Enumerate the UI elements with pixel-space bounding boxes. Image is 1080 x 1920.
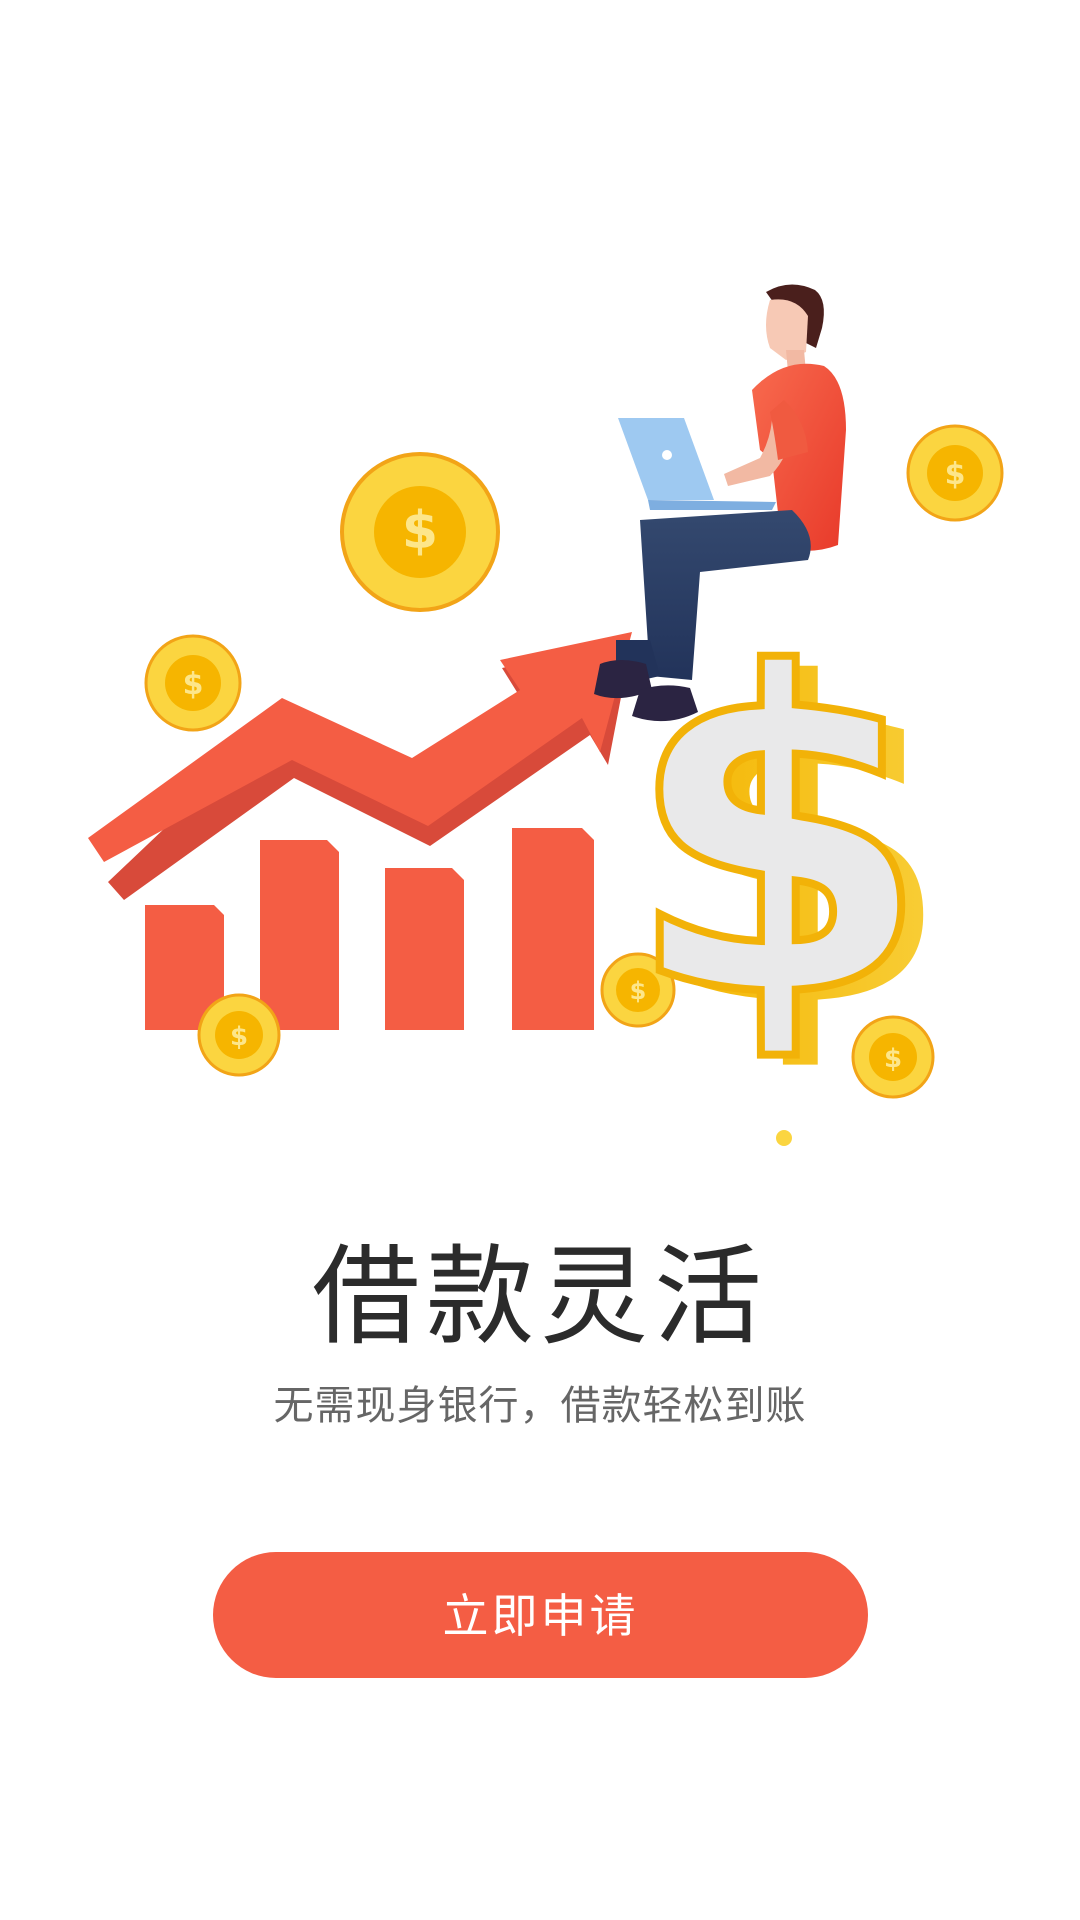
dot-icon bbox=[776, 1130, 792, 1146]
onboarding-screen: $ $ $ $ $ $ $ $ 借款灵活 无需现身银行，借款轻松到账 立即申请 bbox=[0, 0, 1080, 1920]
loan-growth-illustration: $ $ $ $ $ $ $ $ bbox=[88, 284, 1004, 1146]
apply-now-button[interactable]: 立即申请 bbox=[213, 1552, 868, 1678]
coin-icon: $ bbox=[906, 424, 1004, 522]
coin-icon: $ bbox=[144, 634, 242, 732]
coin-icon: $ bbox=[197, 993, 281, 1077]
svg-text:$: $ bbox=[183, 667, 204, 702]
svg-text:$: $ bbox=[402, 501, 438, 561]
page-title: 借款灵活 bbox=[311, 1235, 768, 1360]
bar-chart-icon bbox=[145, 828, 594, 1030]
svg-text:$: $ bbox=[945, 457, 966, 492]
coin-icon: $ bbox=[340, 452, 500, 612]
page-subtitle: 无需现身银行，借款轻松到账 bbox=[273, 1383, 807, 1429]
hero-illustration: $ $ $ $ $ $ $ $ bbox=[0, 0, 1080, 1180]
svg-text:$: $ bbox=[230, 1022, 248, 1052]
